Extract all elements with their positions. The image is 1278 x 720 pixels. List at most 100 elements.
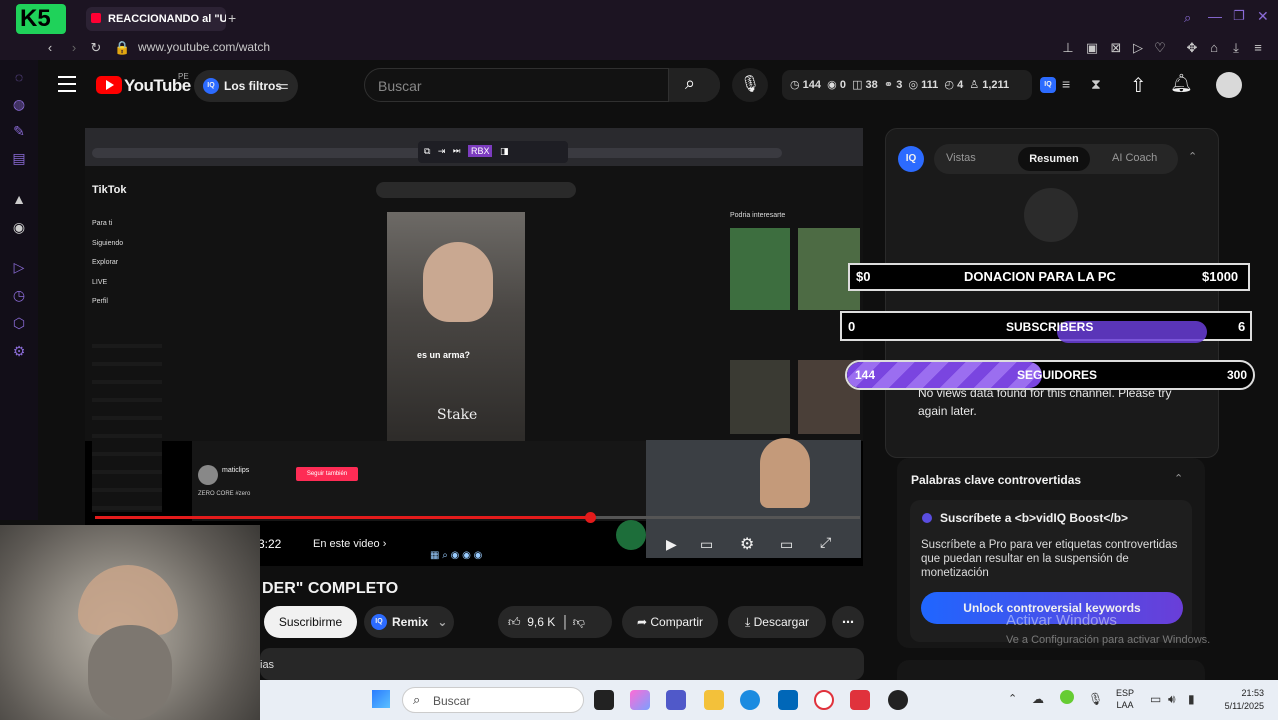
fullscreen-icon[interactable]: ⤢ (820, 534, 831, 551)
views-icon: ◎ (908, 79, 919, 91)
close-icon[interactable]: ✕ (1257, 8, 1269, 25)
tray-chevron-icon[interactable]: ⌃ (1008, 692, 1017, 705)
tab-ai-coach[interactable]: AI Coach (1112, 152, 1157, 164)
sliders-icon: ⚌ (278, 78, 289, 92)
collapse-icon[interactable]: ⌃ (1188, 150, 1197, 163)
tab-vistas[interactable]: Vistas (946, 152, 976, 164)
app-record-icon[interactable] (888, 690, 908, 710)
subscribe-button[interactable]: Suscribirme (264, 606, 357, 638)
wallet-icon[interactable]: ⌂ (1206, 40, 1222, 55)
sidebar-aria-icon[interactable]: ◌ (10, 68, 28, 86)
sidebar-app-icon[interactable]: ▲ (10, 190, 28, 208)
clock[interactable]: 21:53 5/11/2025 (1218, 687, 1264, 713)
reload-icon[interactable]: ↻ (88, 40, 104, 56)
new-tab-icon[interactable]: + (228, 10, 236, 26)
pin-icon[interactable]: ⊥ (1060, 40, 1076, 56)
like-dislike-group[interactable]: 👍︎ 9,6 K │ 👎︎ (498, 606, 612, 638)
sidebar-cube-icon[interactable]: ⬡ (10, 314, 28, 332)
subscribers-title: SUBSCRIBERS (1006, 320, 1094, 334)
dislike-icon[interactable]: 👎︎ (573, 615, 585, 629)
input-language[interactable]: ESP LAA (1116, 687, 1134, 711)
network-icon[interactable]: ▭ (1150, 692, 1161, 706)
heart-icon[interactable]: ♡ (1152, 40, 1168, 56)
vidiq-logo-icon: IQ (898, 146, 924, 172)
subtitles-icon[interactable]: ▭ (700, 536, 713, 553)
taskbar-search[interactable]: ⌕ Buscar (402, 687, 584, 713)
task-view-icon[interactable] (594, 690, 614, 710)
teams-icon[interactable] (666, 690, 686, 710)
description-box[interactable]: ias (260, 648, 864, 680)
maximize-icon[interactable]: ❐ (1233, 8, 1245, 24)
hourglass-icon[interactable]: ⧗ (1091, 76, 1101, 93)
tray-cloud-icon[interactable]: ☁ (1032, 692, 1044, 706)
theater-icon[interactable]: ▭ (780, 536, 793, 553)
explorer-icon[interactable] (704, 690, 724, 710)
person-in-frame (423, 242, 493, 322)
tray-app-icon[interactable] (1060, 690, 1074, 704)
youtube-play-glyph-icon (106, 80, 114, 90)
sidebar-pen-icon[interactable]: ✎ (10, 122, 28, 140)
volume-icon[interactable]: 🔊︎ (1168, 692, 1176, 707)
search-input[interactable]: Buscar (378, 78, 422, 94)
copilot-icon[interactable] (630, 690, 650, 710)
tiktok-logo: TikTok (92, 184, 127, 196)
activate-windows-sub: Ve a Configuración para activar Windows. (1006, 634, 1211, 646)
menu-icon[interactable]: ≡ (1250, 40, 1266, 55)
download-button[interactable]: ⤓ Descargar (728, 606, 826, 638)
followers-current: 144 (855, 368, 876, 382)
tray-mic-icon[interactable]: 🎙︎ (1088, 692, 1103, 706)
download-icon[interactable]: ⤓ (1228, 40, 1244, 56)
like-icon[interactable]: 👍︎ (508, 615, 521, 629)
clock-icon: ◷ (790, 79, 800, 91)
sidebar-history-icon[interactable]: ◷ (10, 286, 28, 304)
more-actions-button[interactable]: ⋯ (832, 606, 864, 638)
settings-gear-icon[interactable]: ⚙ (740, 534, 754, 554)
sidebar-twitch-icon[interactable]: ▤ (10, 149, 28, 167)
filter-chip[interactable]: IQ Los filtros ⚌ (194, 70, 298, 102)
description-text: ias (260, 659, 275, 671)
microphone-icon: 🎙 (739, 76, 761, 93)
taskbar-search-input[interactable]: Buscar (433, 694, 470, 708)
voice-search-button[interactable]: 🎙 (732, 68, 768, 102)
back-icon[interactable]: ‹ (42, 40, 58, 55)
keywords-collapse-icon[interactable]: ⌃ (1174, 472, 1183, 485)
puzzle-icon[interactable]: ✥ (1184, 40, 1200, 56)
search-button[interactable]: ⌕ (668, 68, 720, 102)
sidebar-settings-icon[interactable]: ⚙ (10, 342, 28, 360)
chart-icon: ◫ (852, 79, 863, 91)
sidebar-player-icon[interactable]: ▷ (10, 258, 28, 276)
play-icon[interactable]: ▷ (1130, 40, 1146, 56)
hamburger-icon[interactable] (58, 76, 76, 92)
sidebar-bag-icon[interactable]: ◍ (10, 95, 28, 113)
progress-scrubber[interactable] (585, 512, 596, 523)
battery-icon[interactable]: ▮ (1188, 692, 1195, 706)
edge-icon[interactable] (740, 690, 760, 710)
forward-icon[interactable]: › (66, 40, 82, 55)
app-w-icon[interactable] (850, 690, 870, 710)
search-tabs-icon[interactable]: ⌕ (1184, 10, 1191, 26)
url-text[interactable]: www.youtube.com/watch (138, 40, 270, 54)
browser-tab[interactable]: REACCIONANDO al "U (86, 7, 226, 31)
share-button[interactable]: ➦ Compartir (622, 606, 718, 638)
creator-name: maticlips (222, 467, 250, 474)
upload-icon[interactable]: ⇧ (1130, 73, 1147, 98)
video-title: DER" COMPLETO (262, 580, 399, 597)
vidiq-extension-icon[interactable]: IQ (1040, 77, 1056, 93)
play-button-icon[interactable]: ▶ (666, 536, 677, 553)
notifications-icon[interactable]: 🔔︎ (1170, 73, 1193, 94)
boost-line: Suscríbete a <b>vidIQ Boost</b> (940, 511, 1129, 525)
screenshot-icon[interactable]: ▣ (1084, 40, 1100, 56)
progress-fill[interactable] (95, 516, 590, 519)
opera-icon[interactable] (814, 690, 834, 710)
vidiq-menu-icon[interactable]: ≡ (1062, 76, 1070, 92)
minimize-icon[interactable]: — (1208, 8, 1222, 24)
extension-icon[interactable]: ⊠ (1108, 40, 1124, 56)
start-icon[interactable] (372, 690, 390, 708)
search-box[interactable]: Buscar (364, 68, 720, 102)
in-video-chip[interactable]: En este video › (304, 532, 398, 556)
inner-toolbar: ⧉ ⇥ ⏭ RBX ◨ (418, 141, 568, 163)
sidebar-discord-icon[interactable]: ◉ (10, 218, 28, 236)
tab-resumen[interactable]: Resumen (1018, 147, 1090, 171)
avatar[interactable] (1216, 72, 1242, 98)
store-icon[interactable] (778, 690, 798, 710)
